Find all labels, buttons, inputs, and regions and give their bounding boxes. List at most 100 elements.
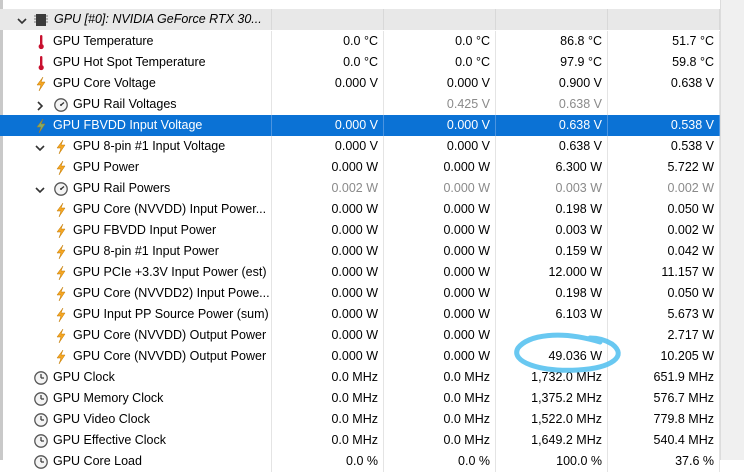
value-maximum: 0.638 V — [496, 136, 608, 157]
value-minimum: 0.0 °C — [384, 31, 496, 52]
sensor-row-gpu-pcie-3-3v-input-power-est[interactable]: GPU PCIe +3.3V Input Power (est) 0.000 W0… — [0, 262, 744, 283]
sensor-label: GPU Hot Spot Temperature — [53, 55, 206, 69]
bolt-icon — [53, 328, 69, 344]
sensor-row-gpu-temperature[interactable]: GPU Temperature 0.0 °C 0.0 °C 86.8 °C 51.7 °… — [0, 31, 744, 52]
value-average: 0.050 W — [608, 283, 720, 304]
gpu-chip-icon — [33, 12, 49, 28]
sensor-label: GPU Clock — [53, 370, 115, 384]
value-average: 59.8 °C — [608, 52, 720, 73]
sensor-row-gpu-core-nvvdd2-input-powe[interactable]: GPU Core (NVVDD2) Input Powe... 0.000 W 0.… — [0, 283, 744, 304]
value-current: 0.000 W — [272, 283, 384, 304]
sensor-row-gpu-core-nvvdd-output-power[interactable]: GPU Core (NVVDD) Output Power 0.000 W 0.00… — [0, 325, 744, 346]
bolt-icon — [53, 307, 69, 323]
value-minimum: 0.0 MHz — [384, 430, 496, 451]
value-maximum: 0.159 W — [496, 241, 608, 262]
clock-icon — [33, 412, 49, 428]
sensor-label: GPU Core Voltage — [53, 76, 156, 90]
value-minimum: 0.0 MHz — [384, 388, 496, 409]
value-maximum: 1,522.0 MHz — [496, 409, 608, 430]
sensor-label: GPU Core (NVVDD) Output Power — [73, 349, 267, 363]
value-maximum: 6.300 W — [496, 157, 608, 178]
sensor-row-gpu-8-pin-1-input-voltage[interactable]: GPU 8-pin #1 Input Voltage 0.000 V 0.000 V… — [0, 136, 744, 157]
sensor-row-gpu-video-clock[interactable]: GPU Video Clock 0.0 MHz 0.0 MHz 1,522.0 MHz… — [0, 409, 744, 430]
sensor-label: GPU 8-pin #1 Input Voltage — [73, 139, 226, 153]
value-average: 0.538 V — [608, 115, 720, 136]
clock-icon — [33, 454, 49, 470]
value-maximum: 6.103 W — [496, 304, 608, 325]
value-average — [608, 94, 720, 115]
sensor-row-gpu-input-pp-source-power-sum[interactable]: GPU Input PP Source Power (sum) 0.000 W 0.… — [0, 304, 744, 325]
value-average: 51.7 °C — [608, 31, 720, 52]
value-current — [272, 94, 384, 115]
value-average: 5.722 W — [608, 157, 720, 178]
value-current: 0.0 MHz — [272, 367, 384, 388]
bolt-icon — [53, 160, 69, 176]
bolt-icon — [53, 286, 69, 302]
value-maximum: 0.003 W — [496, 220, 608, 241]
value-minimum: 0.000 W — [384, 325, 496, 346]
clock-icon — [33, 433, 49, 449]
value-maximum: 0.198 W — [496, 199, 608, 220]
value-minimum: 0.000 V — [384, 115, 496, 136]
sensor-label: GPU FBVDD Input Voltage — [53, 118, 203, 132]
sensor-row-gpu-effective-clock[interactable]: GPU Effective Clock 0.0 MHz 0.0 MHz 1,649.2… — [0, 430, 744, 451]
value-average: 576.7 MHz — [608, 388, 720, 409]
sensor-row-gpu-core-nvvdd-output-power[interactable]: GPU Core (NVVDD) Output Power 0.000 W 0.00… — [0, 346, 744, 367]
value-average: 0.002 W — [608, 178, 720, 199]
value-maximum: 0.003 W — [496, 178, 608, 199]
collapse-chevron-icon[interactable] — [34, 140, 46, 152]
value-current: 0.000 V — [272, 115, 384, 136]
value-average: 37.6 % — [608, 451, 720, 472]
collapse-chevron-icon[interactable] — [16, 13, 28, 25]
value-minimum: 0.000 W — [384, 220, 496, 241]
value-minimum: 0.000 V — [384, 73, 496, 94]
gauge-icon — [53, 181, 69, 197]
sensor-label: GPU Video Clock — [53, 412, 151, 426]
value-maximum: 0.638 V — [496, 94, 608, 115]
sensor-row-gpu-fbvdd-input-power[interactable]: GPU FBVDD Input Power 0.000 W 0.000 W 0.003… — [0, 220, 744, 241]
value-maximum: 0.638 V — [496, 115, 608, 136]
sensor-row-gpu-core-load[interactable]: GPU Core Load 0.0 % 0.0 % 100.0 % 37.6 % — [0, 451, 744, 472]
sensor-row-gpu-rail-voltages[interactable]: GPU Rail Voltages 0.425 V 0.638 V — [0, 94, 744, 115]
sensor-label: GPU Core Load — [53, 454, 142, 468]
value-maximum: 49.036 W — [496, 346, 608, 367]
value-maximum: 0.198 W — [496, 283, 608, 304]
gpu-group-header[interactable]: GPU [#0]: NVIDIA GeForce RTX 30... — [0, 9, 744, 30]
value-average: 5.673 W — [608, 304, 720, 325]
bolt-icon — [53, 223, 69, 239]
sensor-row-gpu-power[interactable]: GPU Power 0.000 W 0.000 W 6.300 W 5.722 W — [0, 157, 744, 178]
value-average: 2.717 W — [608, 325, 720, 346]
value-minimum: 0.000 W — [384, 346, 496, 367]
sensor-row-gpu-memory-clock[interactable]: GPU Memory Clock 0.0 MHz 0.0 MHz 1,375.2 MH… — [0, 388, 744, 409]
sensor-label: GPU Input PP Source Power (sum) — [73, 307, 269, 321]
sensor-row-gpu-rail-powers[interactable]: GPU Rail Powers 0.002 W 0.000 W 0.003 W 0.00… — [0, 178, 744, 199]
value-minimum: 0.000 W — [384, 241, 496, 262]
value-maximum: 1,649.2 MHz — [496, 430, 608, 451]
sensor-label: GPU 8-pin #1 Input Power — [73, 244, 219, 258]
sensor-row-gpu-core-voltage[interactable]: GPU Core Voltage 0.000 V 0.000 V 0.900 V 0.6… — [0, 73, 744, 94]
sensor-label: GPU Core (NVVDD) Output Power — [73, 328, 267, 342]
value-minimum: 0.425 V — [384, 94, 496, 115]
thermometer-icon — [33, 55, 49, 71]
sensor-row-gpu-clock[interactable]: GPU Clock 0.0 MHz 0.0 MHz 1,732.0 MHz 651.9 … — [0, 367, 744, 388]
value-current: 0.000 W — [272, 346, 384, 367]
bolt-icon — [53, 349, 69, 365]
value-current: 0.000 W — [272, 220, 384, 241]
value-current: 0.0 MHz — [272, 409, 384, 430]
value-average: 10.205 W — [608, 346, 720, 367]
sensor-row-gpu-8-pin-1-input-power[interactable]: GPU 8-pin #1 Input Power 0.000 W 0.000 W 0.… — [0, 241, 744, 262]
sensor-row-gpu-hot-spot-temperature[interactable]: GPU Hot Spot Temperature 0.0 °C 0.0 °C 97.9… — [0, 52, 744, 73]
sensor-label: GPU Effective Clock — [53, 433, 167, 447]
value-current: 0.000 V — [272, 73, 384, 94]
sensor-row-gpu-core-nvvdd-input-power[interactable]: GPU Core (NVVDD) Input Power... 0.000 W 0.… — [0, 199, 744, 220]
bolt-icon — [53, 244, 69, 260]
sensor-label: GPU Rail Powers — [73, 181, 171, 195]
sensor-row-gpu-fbvdd-input-voltage[interactable]: GPU FBVDD Input Voltage 0.000 V 0.000 V 0.6… — [0, 115, 744, 136]
value-minimum: 0.000 W — [384, 157, 496, 178]
vertical-scrollbar[interactable] — [720, 0, 744, 460]
clock-icon — [33, 370, 49, 386]
bolt-icon — [53, 265, 69, 281]
value-minimum: 0.0 MHz — [384, 367, 496, 388]
collapse-chevron-icon[interactable] — [34, 182, 46, 194]
expand-chevron-icon[interactable] — [34, 98, 46, 111]
